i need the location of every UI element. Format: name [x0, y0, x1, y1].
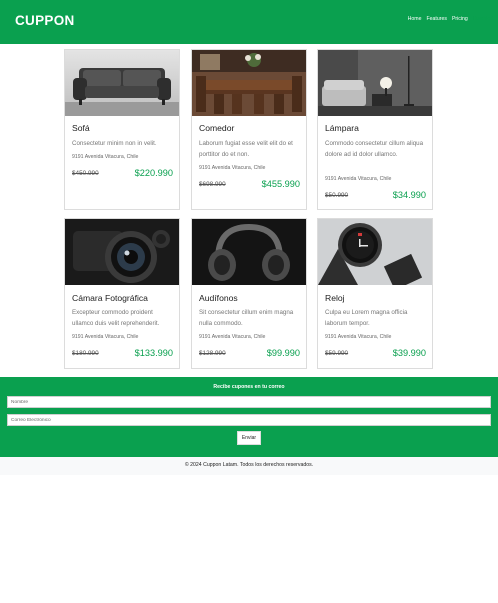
product-description: Laborum fugiat esse velit elit do et por… [199, 140, 293, 158]
product-description: Sit consectetur cillum enim magna nulla … [199, 309, 294, 327]
product-card[interactable]: Reloj Culpa eu Lorem magna officia labor… [317, 218, 433, 369]
camera-image [65, 219, 179, 285]
product-card[interactable]: Sofá Consectetur minim non in velit. 919… [64, 49, 180, 210]
product-old-price: $50.990 [325, 192, 349, 199]
product-card[interactable]: Audífonos Sit consectetur cillum enim ma… [191, 218, 307, 369]
product-title: Reloj [325, 293, 345, 303]
product-title: Audífonos [199, 293, 238, 303]
product-new-price: $99.990 [266, 348, 300, 358]
product-address: 9191 Avenida Vitacura, Chile [325, 334, 392, 340]
dining-room-image [192, 50, 306, 116]
product-new-price: $455.990 [261, 179, 300, 189]
product-old-price: $450.990 [72, 170, 99, 177]
product-title: Sofá [72, 123, 90, 133]
product-new-price: $39.990 [392, 348, 426, 358]
copyright-text: © 2024 Cuppon Latam. Todos los derechos … [184, 462, 314, 468]
newsletter-title: Recibe cupones en tu correo [213, 384, 285, 390]
navbar: CUPPON Home Features Pricing Disabled [0, 0, 498, 44]
nav-links: Home Features Pricing Disabled [408, 16, 493, 22]
newsletter-section: Recibe cupones en tu correo Enviar [0, 377, 498, 457]
product-old-price: $698.990 [199, 181, 226, 188]
nav-link-home[interactable]: Home [408, 16, 422, 22]
product-address: 9191 Avenida Vitacura, Chile [325, 176, 392, 182]
product-card[interactable]: Comedor Laborum fugiat esse velit elit d… [191, 49, 307, 210]
product-address: 9191 Avenida Vitacura, Chile [199, 165, 266, 171]
product-new-price: $34.990 [392, 190, 426, 200]
brand-logo[interactable]: CUPPON [15, 13, 75, 28]
product-description: Culpa eu Lorem magna officia laborum tem… [325, 309, 408, 327]
product-new-price: $220.990 [134, 168, 173, 178]
headphones-image [192, 219, 306, 285]
submit-button[interactable]: Enviar [237, 431, 261, 445]
product-address: 9191 Avenida Vitacura, Chile [72, 154, 139, 160]
lamp-image [318, 50, 432, 116]
product-description: Commodo consectetur cillum aliqua dolore… [325, 140, 424, 158]
product-title: Lámpara [325, 123, 359, 133]
product-title: Cámara Fotográfica [72, 293, 148, 303]
sofa-image [65, 50, 179, 116]
product-title: Comedor [199, 123, 235, 133]
nav-link-pricing[interactable]: Pricing [452, 16, 468, 22]
name-input[interactable] [7, 396, 491, 408]
product-card[interactable]: Lámpara Commodo consectetur cillum aliqu… [317, 49, 433, 210]
product-old-price: $59.990 [325, 350, 349, 357]
watch-image [318, 219, 432, 285]
email-input[interactable] [7, 414, 491, 426]
product-address: 9191 Avenida Vitacura, Chile [72, 334, 139, 340]
product-old-price: $128.990 [199, 350, 226, 357]
product-new-price: $133.990 [134, 348, 173, 358]
nav-link-disabled: Disabled [472, 16, 493, 22]
product-card[interactable]: Cámara Fotográfica Excepteur commodo pro… [64, 218, 180, 369]
product-description: Consectetur minim non in velit. [72, 140, 157, 147]
product-address: 9191 Avenida Vitacura, Chile [199, 334, 266, 340]
product-description: Excepteur commodo proident ullamco duis … [72, 309, 160, 327]
product-old-price: $180.990 [72, 350, 99, 357]
footer: © 2024 Cuppon Latam. Todos los derechos … [0, 457, 498, 475]
nav-link-features[interactable]: Features [426, 16, 446, 22]
